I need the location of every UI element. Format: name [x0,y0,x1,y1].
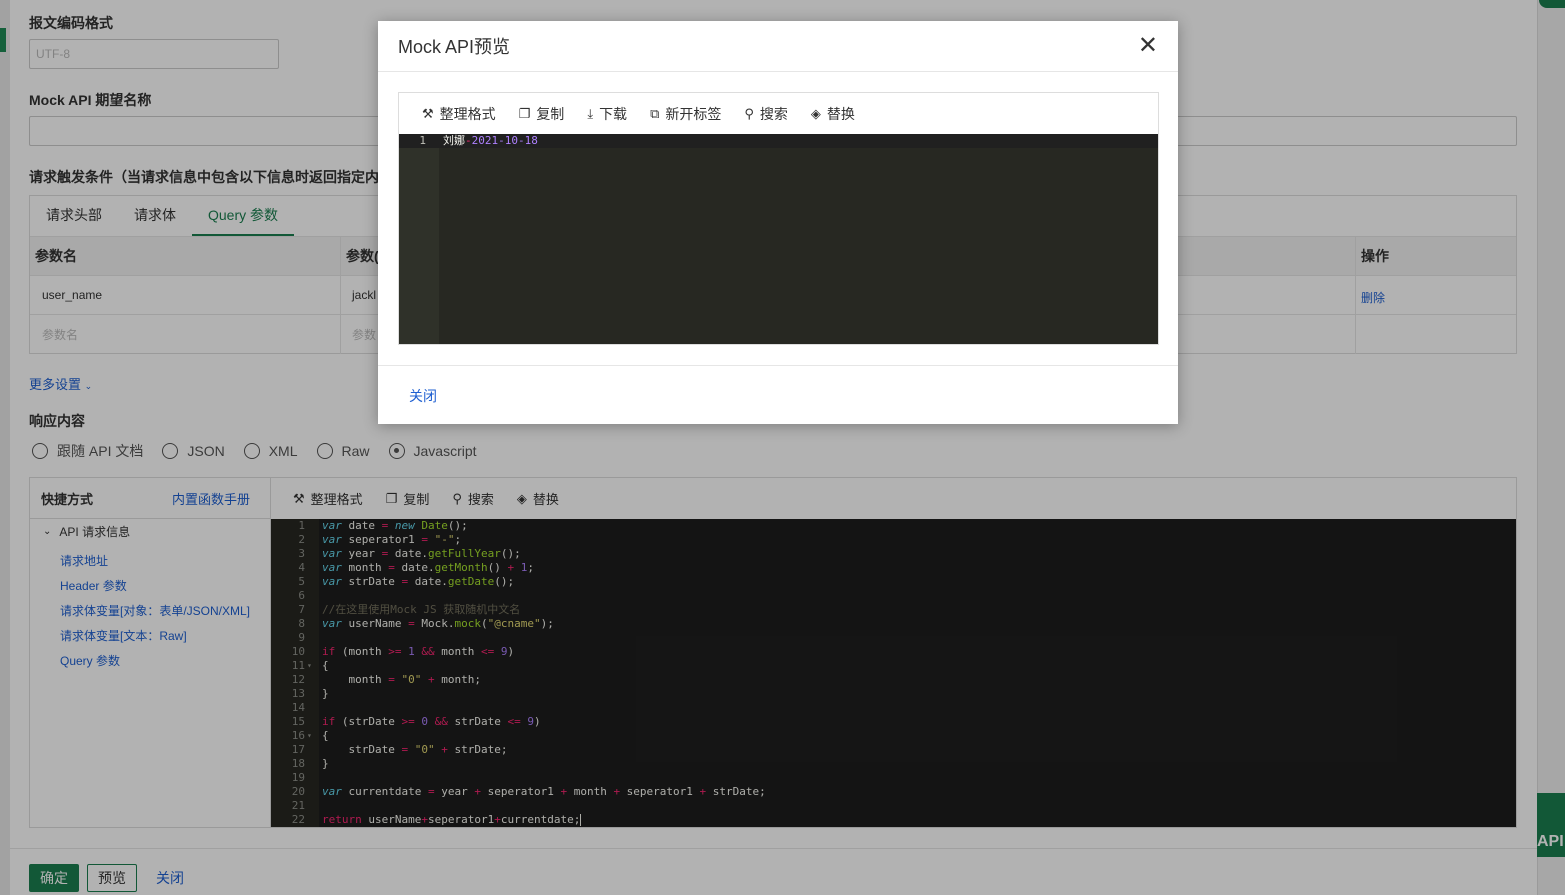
preview-separator: - [465,134,472,147]
copy-button[interactable]: ❐ 复制 [519,104,565,124]
format-button[interactable]: ⚒ 整理格式 [422,104,496,124]
dialog-header: Mock API预览 ✕ [378,21,1178,72]
code-line: 1 刘娜-2021-10-18 [399,134,1158,148]
download-icon: ⤓ [587,105,594,121]
preview-editor-panel: ⚒ 整理格式 ❐ 复制 ⤓ 下载 ⧉ 新开标签 ⚲ 搜索 ◈ 替换 1 刘娜-2021-10… [398,92,1159,345]
replace-label: 替换 [826,105,855,122]
replace-button[interactable]: ◈ 替换 [811,104,855,124]
copy-icon: ❐ [518,105,531,121]
copy-label: 复制 [536,105,565,122]
preview-name: 刘娜 [443,134,465,147]
preview-result: 刘娜-2021-10-18 [443,134,538,148]
dialog-close-button[interactable]: 关闭 [409,386,437,406]
mock-preview-dialog: Mock API预览 ✕ ⚒ 整理格式 ❐ 复制 ⤓ 下载 ⧉ 新开标签 ⚲ 搜索 ◈ 替换… [378,21,1178,424]
download-label: 下载 [599,105,628,122]
close-icon[interactable]: ✕ [1138,34,1158,58]
preview-output-editor[interactable]: 1 刘娜-2021-10-18 [399,134,1158,344]
dialog-footer: 关闭 [378,365,1178,424]
dialog-title: Mock API预览 [398,37,511,57]
new-tab-label: 新开标签 [665,105,722,122]
editor-gutter [399,134,439,344]
preview-date: 2021-10-18 [471,134,538,147]
line-number: 1 [419,134,426,147]
search-button[interactable]: ⚲ 搜索 [744,104,788,124]
download-button[interactable]: ⤓ 下载 [587,104,627,124]
layers-icon: ◈ [810,105,821,121]
format-label: 整理格式 [439,105,496,122]
search-icon: ⚲ [744,105,754,121]
new-tab-button[interactable]: ⧉ 新开标签 [650,104,721,124]
search-label: 搜索 [759,105,788,122]
external-link-icon: ⧉ [650,105,660,121]
preview-toolbar: ⚒ 整理格式 ❐ 复制 ⤓ 下载 ⧉ 新开标签 ⚲ 搜索 ◈ 替换 [399,93,1158,134]
hammer-icon: ⚒ [422,105,434,121]
